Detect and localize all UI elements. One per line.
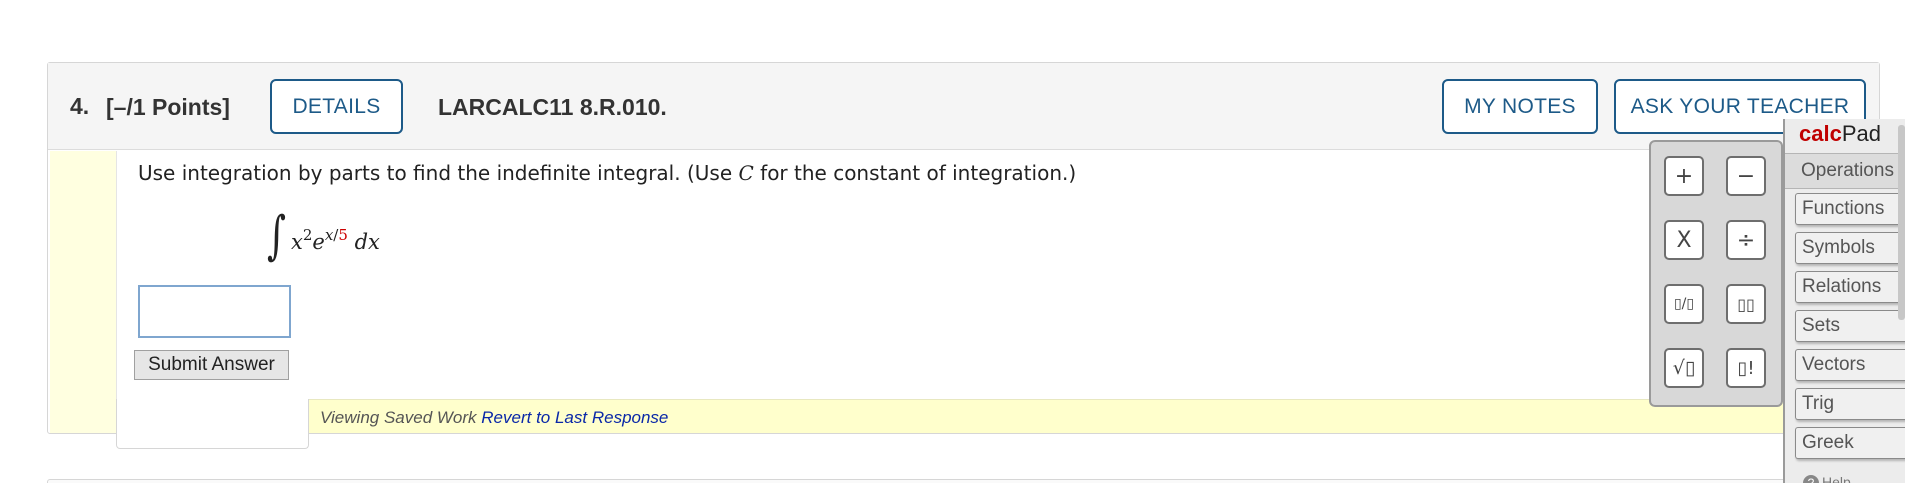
integrand-dx: dx [354,230,380,254]
saved-work-notice: Viewing Saved Work Revert to Last Respon… [320,408,668,428]
calcpad-title: calcPad [1799,121,1881,147]
calcpad-item-symbols[interactable]: Symbols [1795,232,1905,264]
submit-answer-button[interactable]: Submit Answer [134,350,289,380]
calcpad-help[interactable]: ? Help [1803,474,1851,483]
submit-tab [116,399,309,449]
calcpad-panel: calcPad Operations Functions Symbols Rel… [1783,119,1905,483]
question-number: 4. [70,93,90,119]
next-question-card [47,479,1880,483]
sqrt-key[interactable]: √▯ [1664,348,1704,388]
integral-sign: ∫ [267,206,286,266]
instruction-text-start: Use integration by parts to find the ind… [138,161,739,185]
calcpad-item-sets[interactable]: Sets [1795,310,1905,342]
divide-key[interactable]: ÷ [1726,220,1766,260]
factorial-key[interactable]: ▯! [1726,348,1766,388]
constant-variable: C [738,161,754,185]
help-icon: ? [1803,475,1819,483]
calcpad-title-calc: calc [1799,121,1842,146]
calcpad-help-label: Help [1822,474,1851,483]
question-instruction: Use integration by parts to find the ind… [138,161,1076,185]
details-button[interactable]: DETAILS [270,79,403,134]
integrand-exponent: x/5 [325,226,348,244]
question-card: 4. [–/1 Points] DETAILS LARCALC11 8.R.01… [47,62,1880,449]
calcpad-keypad: + − X ÷ ▯/▯ ▯▯ √▯ ▯! [1649,140,1783,407]
question-header: 4. [–/1 Points] DETAILS LARCALC11 8.R.01… [48,63,1879,150]
question-points: [–/1 Points] [106,94,230,120]
exponent-denominator: 5 [338,226,348,244]
exponent-key[interactable]: ▯▯ [1726,284,1766,324]
calcpad-title-pad: Pad [1841,121,1881,146]
calcpad-item-relations[interactable]: Relations [1795,271,1905,303]
answer-input[interactable] [138,285,291,338]
revert-link[interactable]: Revert to Last Response [481,408,668,427]
plus-key[interactable]: + [1664,156,1704,196]
my-notes-button[interactable]: MY NOTES [1442,79,1598,134]
question-side-strip [50,151,116,433]
calcpad-tab-operations[interactable]: Operations [1785,153,1905,189]
minus-key[interactable]: − [1726,156,1766,196]
multiply-key[interactable]: X [1664,220,1704,260]
saved-work-label: Viewing Saved Work [320,408,477,427]
question-content: Use integration by parts to find the ind… [116,151,1880,399]
calcpad-item-trig[interactable]: Trig [1795,388,1905,420]
instruction-text-end: for the constant of integration.) [753,161,1077,185]
calcpad-scrollbar[interactable] [1898,125,1905,320]
calcpad-item-vectors[interactable]: Vectors [1795,349,1905,381]
integrand: x2ex/5 dx [291,226,380,254]
calcpad-item-greek[interactable]: Greek [1795,427,1905,459]
integrand-base: x [291,230,303,254]
calcpad-item-functions[interactable]: Functions [1795,193,1905,225]
integrand-e: e [312,230,325,254]
integrand-base-exponent: 2 [302,226,313,244]
fraction-key[interactable]: ▯/▯ [1664,284,1704,324]
question-code: LARCALC11 8.R.010. [438,94,667,120]
